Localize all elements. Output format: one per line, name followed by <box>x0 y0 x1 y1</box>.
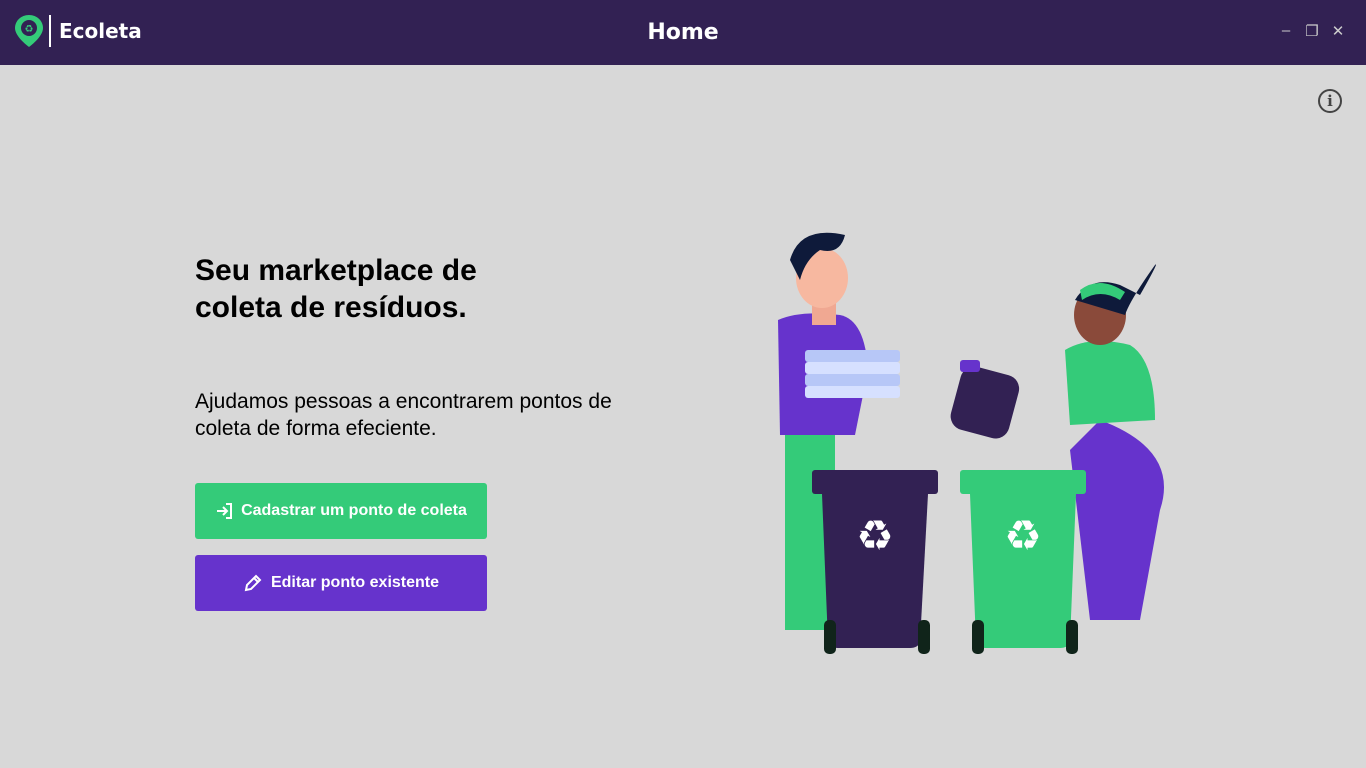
register-point-button[interactable]: Cadastrar um ponto de coleta <box>195 483 487 539</box>
info-icon[interactable]: i <box>1318 89 1342 113</box>
logo-divider <box>49 15 51 47</box>
sign-in-icon <box>217 503 233 519</box>
app-name: Ecoleta <box>59 19 142 43</box>
register-point-label: Cadastrar um ponto de coleta <box>241 502 467 519</box>
hero-heading: Seu marketplace de coleta de resíduos. <box>195 254 477 324</box>
app-logo: ♻ Ecoleta <box>15 15 142 47</box>
pencil-icon <box>244 574 262 592</box>
edit-point-label: Editar ponto existente <box>270 574 440 591</box>
hero-subtitle: Ajudamos pessoas a encontrarem pontos de… <box>195 390 612 440</box>
svg-text:♻: ♻ <box>856 512 894 559</box>
title-bar: ♻ Ecoleta Home – ❐ ✕ <box>0 0 1366 65</box>
maximize-button[interactable]: ❐ <box>1304 22 1320 40</box>
recycling-illustration: ♻ ♻ <box>778 232 1164 654</box>
minimize-button[interactable]: – <box>1278 22 1294 40</box>
close-button[interactable]: ✕ <box>1330 22 1346 40</box>
map-pin-recycle-icon: ♻ <box>15 15 43 47</box>
svg-text:♻: ♻ <box>25 24 34 35</box>
svg-text:♻: ♻ <box>1004 512 1042 559</box>
window-title: Home <box>647 20 719 45</box>
edit-point-button[interactable]: Editar ponto existente <box>195 555 487 611</box>
